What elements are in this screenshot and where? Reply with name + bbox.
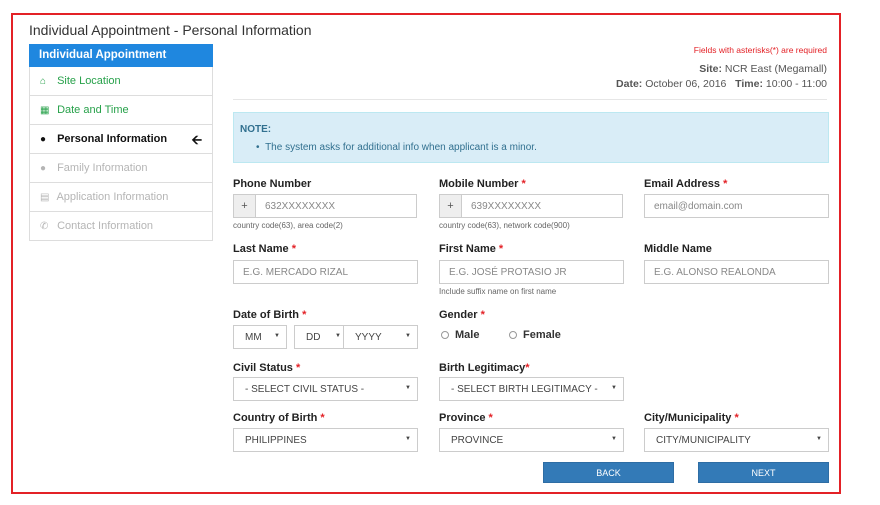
caret-down-icon: ▼ xyxy=(274,333,280,339)
sidebar-item-site-location[interactable]: ⌂ Site Location xyxy=(29,67,213,96)
calendar-icon: ▦ xyxy=(40,105,50,116)
phone-icon: ✆ xyxy=(40,221,49,232)
first-name-label: First Name * xyxy=(439,243,504,255)
first-name-help: Include suffix name on first name xyxy=(439,287,557,296)
time-label: Time: xyxy=(735,78,763,90)
user-icon: ● xyxy=(40,134,47,145)
site-value: NCR East (Megamall) xyxy=(724,63,827,75)
civil-status-label: Civil Status * xyxy=(233,362,301,374)
site-info: Site: NCR East (Megamall) xyxy=(699,63,827,75)
back-button[interactable]: BACK xyxy=(543,462,674,483)
country-of-birth-select[interactable]: PHILIPPINES ▼ xyxy=(233,428,418,452)
site-label: Site: xyxy=(699,63,722,75)
radio-circle xyxy=(441,331,449,339)
sidebar-item-family-information: ● Family Information xyxy=(29,154,213,183)
note-alert: NOTE: • The system asks for additional i… xyxy=(233,112,829,163)
schedule-info: Date: October 06, 2016 Time: 10:00 - 11:… xyxy=(616,78,827,90)
caret-down-icon: ▼ xyxy=(816,436,822,442)
sidebar-item-application-information: ▤ Application Information xyxy=(29,183,213,212)
panel-title: Individual Appointment - Personal Inform… xyxy=(29,22,312,38)
gender-female-radio[interactable]: Female xyxy=(509,329,561,341)
mobile-input[interactable]: 639XXXXXXXX xyxy=(461,194,623,218)
phone-label: Phone Number xyxy=(233,178,312,190)
mobile-prefix: + xyxy=(439,194,462,218)
radio-circle xyxy=(509,331,517,339)
dob-month-select[interactable]: MM ▼ xyxy=(233,325,287,349)
note-title: NOTE: xyxy=(240,124,272,135)
email-label: Email Address * xyxy=(644,178,728,190)
required-note: Fields with asterisks(*) are required xyxy=(693,45,827,55)
last-name-input[interactable]: E.G. MERCADO RIZAL xyxy=(233,260,418,284)
date-value: October 06, 2016 xyxy=(645,78,727,90)
dob-label: Date of Birth * xyxy=(233,309,307,321)
next-button[interactable]: NEXT xyxy=(698,462,829,483)
note-body: • The system asks for additional info wh… xyxy=(256,142,537,153)
caret-down-icon: ▼ xyxy=(335,333,341,339)
birth-legitimacy-select[interactable]: - SELECT BIRTH LEGITIMACY - ▼ xyxy=(439,377,624,401)
city-label: City/Municipality * xyxy=(644,412,739,424)
sidebar-item-label: Family Information xyxy=(57,162,148,174)
time-value: 10:00 - 11:00 xyxy=(765,78,827,90)
note-text: The system asks for additional info when… xyxy=(265,142,537,153)
first-name-input[interactable]: E.G. JOSÉ PROTASIO JR xyxy=(439,260,624,284)
sidebar-header: Individual Appointment xyxy=(29,44,213,67)
email-input[interactable]: email@domain.com xyxy=(644,194,829,218)
middle-name-input[interactable]: E.G. ALONSO REALONDA xyxy=(644,260,829,284)
phone-help: country code(63), area code(2) xyxy=(233,221,343,230)
arrow-left-icon: 🡨 xyxy=(191,132,202,147)
phone-input[interactable]: 632XXXXXXXX xyxy=(255,194,417,218)
sidebar-item-date-and-time[interactable]: ▦ Date and Time xyxy=(29,96,213,125)
users-icon: ● xyxy=(40,163,47,174)
mobile-label: Mobile Number * xyxy=(439,178,526,190)
sidebar-item-label: Contact Information xyxy=(57,220,154,232)
dob-day-select[interactable]: DD ▼ xyxy=(294,325,348,349)
sidebar-item-label: Personal Information xyxy=(57,133,168,145)
dob-year-select[interactable]: YYYY ▼ xyxy=(343,325,418,349)
gender-label: Gender * xyxy=(439,309,485,321)
birth-legitimacy-label: Birth Legitimacy* xyxy=(439,362,530,374)
steps-sidebar: Individual Appointment ⌂ Site Location ▦… xyxy=(29,44,213,241)
sidebar-item-label: Site Location xyxy=(57,75,121,87)
mobile-help: country code(63), network code(900) xyxy=(439,221,570,230)
middle-name-label: Middle Name xyxy=(644,243,712,255)
home-icon: ⌂ xyxy=(40,76,47,87)
caret-down-icon: ▼ xyxy=(611,436,617,442)
date-label: Date: xyxy=(616,78,643,90)
city-select[interactable]: CITY/MUNICIPALITY ▼ xyxy=(644,428,829,452)
sidebar-item-contact-information: ✆ Contact Information xyxy=(29,212,213,241)
last-name-label: Last Name * xyxy=(233,243,296,255)
appointment-panel: Individual Appointment - Personal Inform… xyxy=(11,13,841,494)
country-of-birth-label: Country of Birth * xyxy=(233,412,325,424)
sidebar-item-label: Date and Time xyxy=(57,104,129,116)
caret-down-icon: ▼ xyxy=(405,333,411,339)
list-icon: ▤ xyxy=(40,192,50,203)
caret-down-icon: ▼ xyxy=(611,385,617,391)
caret-down-icon: ▼ xyxy=(405,436,411,442)
civil-status-select[interactable]: - SELECT CIVIL STATUS - ▼ xyxy=(233,377,418,401)
divider xyxy=(233,99,827,100)
caret-down-icon: ▼ xyxy=(405,385,411,391)
sidebar-item-personal-information[interactable]: ● Personal Information 🡨 xyxy=(29,125,213,154)
sidebar-item-label: Application Information xyxy=(56,191,169,203)
province-label: Province * xyxy=(439,412,493,424)
province-select[interactable]: PROVINCE ▼ xyxy=(439,428,624,452)
gender-male-radio[interactable]: Male xyxy=(441,329,479,341)
phone-prefix: + xyxy=(233,194,256,218)
